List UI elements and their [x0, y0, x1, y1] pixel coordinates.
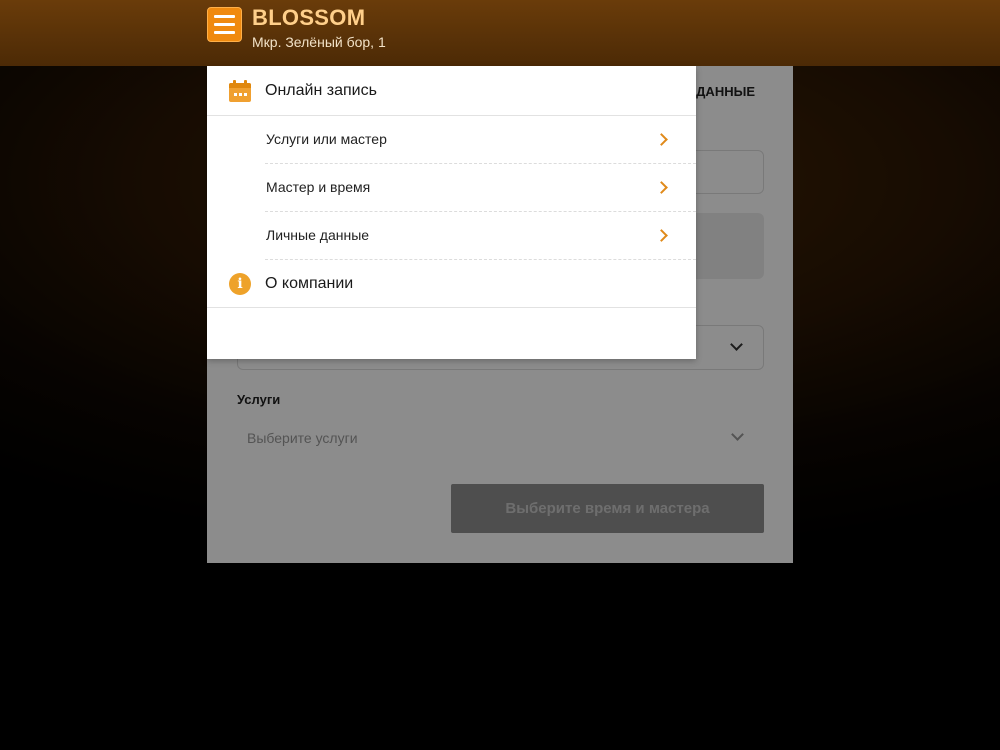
navigation-dropdown-menu: Онлайн запись Услуги или мастер Мастер и…: [207, 66, 696, 359]
menu-subitem-label: Мастер и время: [266, 179, 371, 195]
brand-title: BLOSSOM: [252, 5, 366, 30]
menu-item-about-company[interactable]: i О компании: [207, 260, 696, 308]
chevron-right-icon: [655, 181, 668, 194]
chevron-right-icon: [655, 229, 668, 242]
chevron-right-icon: [655, 133, 668, 146]
menu-subitem-label: Личные данные: [266, 227, 370, 243]
menu-subitem-label: Услуги или мастер: [266, 131, 387, 147]
hamburger-icon-line: [214, 23, 235, 26]
brand-address: Мкр. Зелёный бор, 1: [252, 34, 386, 50]
hamburger-icon-line: [214, 31, 235, 34]
calendar-icon: [229, 79, 251, 102]
menu-item-label: Онлайн запись: [265, 81, 377, 99]
menu-item-label: О компании: [265, 274, 354, 292]
menu-subitem-services-or-master[interactable]: Услуги или мастер: [265, 116, 696, 164]
info-icon: i: [229, 272, 251, 295]
menu-item-online-booking[interactable]: Онлайн запись: [207, 66, 696, 116]
hamburger-icon-line: [214, 15, 235, 18]
menu-subitem-personal-data[interactable]: Личные данные: [265, 212, 696, 260]
hamburger-menu-button[interactable]: [207, 7, 242, 42]
top-header: BLOSSOM Мкр. Зелёный бор, 1: [0, 0, 1000, 66]
menu-subitem-master-and-time[interactable]: Мастер и время: [265, 164, 696, 212]
